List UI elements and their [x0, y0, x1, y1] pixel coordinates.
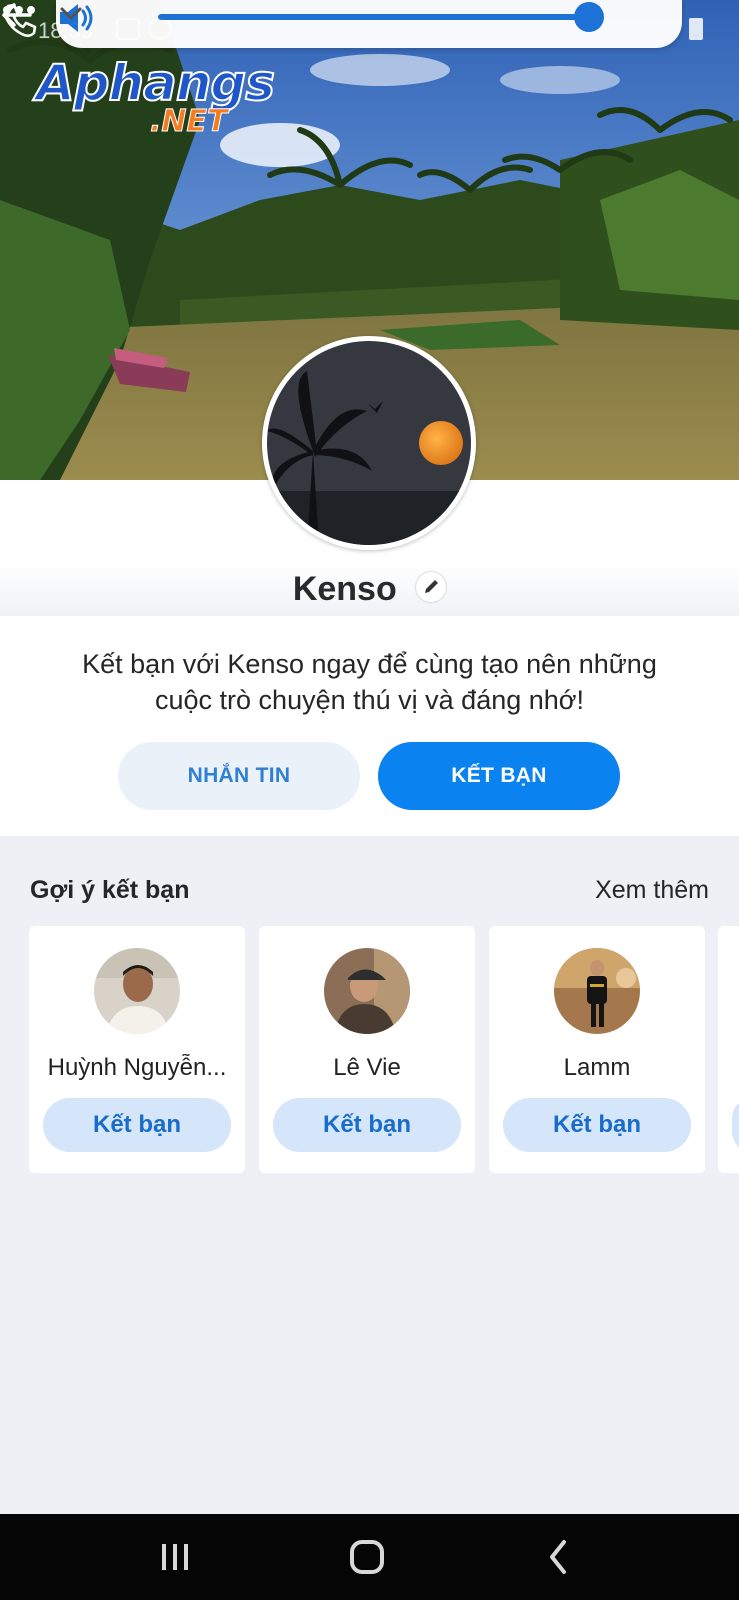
suggestion-add-button[interactable]: Kết bạn: [503, 1098, 691, 1152]
volume-slider-track[interactable]: [158, 14, 588, 20]
profile-avatar[interactable]: [262, 336, 476, 550]
avatar-image: [324, 948, 410, 1034]
suggestion-avatar[interactable]: [94, 948, 180, 1034]
suggestions-title: Gợi ý kết bạn: [30, 876, 190, 904]
chevron-down-icon[interactable]: [56, 0, 86, 26]
profile-name-row: Kenso: [0, 568, 739, 609]
avatar-image: [554, 948, 640, 1034]
watermark-logo: Aphangs .NET: [35, 54, 276, 140]
suggestion-card[interactable]: Lamm Kết bạn: [489, 926, 705, 1173]
profile-name: Kenso: [292, 569, 397, 608]
suggestion-name: Huỳnh Nguyễn...: [47, 1054, 227, 1081]
watermark-logo-top: Aphangs: [35, 54, 276, 112]
suggestion-name: Lê Vie: [333, 1054, 401, 1081]
suggestion-card[interactable]: Lê Vie Kết bạn: [259, 926, 475, 1173]
intro-message: Kết bạn với Kenso ngay để cùng tạo nên n…: [50, 646, 689, 718]
intro-line-2: cuộc trò chuyện thú vị và đáng nhớ!: [155, 685, 584, 715]
edit-pencil-icon[interactable]: [416, 572, 447, 603]
suggestion-avatar[interactable]: [554, 948, 640, 1034]
system-navigation-bar: [0, 1514, 739, 1600]
suggestion-card[interactable]: Huỳnh Nguyễn... Kết bạn: [29, 926, 245, 1173]
back-nav-icon[interactable]: [534, 1534, 584, 1580]
status-right-icons: [689, 18, 703, 40]
avatar-image: [267, 341, 471, 545]
message-button[interactable]: NHẮN TIN: [118, 742, 360, 810]
more-icon[interactable]: [0, 0, 38, 20]
battery-icon: [689, 18, 703, 40]
volume-panel[interactable]: [56, 0, 682, 48]
suggestion-card-partial[interactable]: [718, 926, 739, 1173]
add-friend-button[interactable]: KẾT BẠN: [378, 742, 620, 810]
volume-slider-handle[interactable]: [574, 2, 604, 32]
see-more-link[interactable]: Xem thêm: [595, 876, 709, 905]
suggestion-add-button[interactable]: Kết bạn: [273, 1098, 461, 1152]
home-icon[interactable]: [342, 1534, 392, 1580]
recents-icon[interactable]: [150, 1534, 200, 1580]
suggestion-name: Lamm: [563, 1054, 631, 1081]
watermark-logo-bottom: .NET: [149, 104, 228, 140]
avatar-image: [94, 948, 180, 1034]
friend-intro-card: Kết bạn với Kenso ngay để cùng tạo nên n…: [0, 616, 739, 836]
suggestion-add-button[interactable]: Kết bạn: [43, 1098, 231, 1152]
intro-line-1: Kết bạn với Kenso ngay để cùng tạo nên n…: [82, 649, 657, 679]
suggestion-avatar[interactable]: [324, 948, 410, 1034]
suggestion-add-button-partial[interactable]: [732, 1098, 739, 1152]
